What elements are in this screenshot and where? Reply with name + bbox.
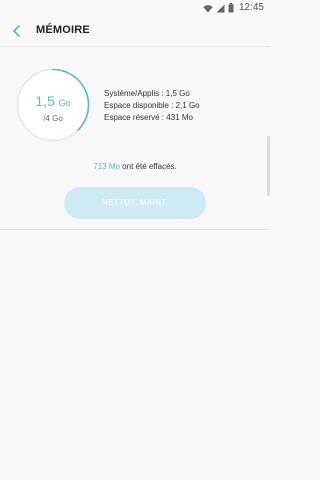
total-storage: /4 Go bbox=[43, 114, 63, 123]
edge-panel-handle[interactable] bbox=[267, 136, 270, 196]
status-time: 12:45 bbox=[238, 2, 264, 13]
signal-icon bbox=[216, 4, 225, 12]
used-storage-value: 1,5 Go bbox=[16, 93, 90, 111]
chevron-left-icon bbox=[13, 25, 20, 37]
freed-status-text: 713 Mo ont été effacés. bbox=[0, 162, 270, 171]
used-unit: Go bbox=[58, 98, 71, 108]
status-bar: 12:45 bbox=[0, 0, 270, 16]
clean-now-button[interactable]: NETTOY. MAINT. bbox=[64, 187, 206, 219]
storage-gauge: 1,5 Go /4 Go bbox=[16, 68, 90, 142]
freed-suffix: ont été effacés. bbox=[119, 162, 177, 171]
storage-details: Système/Applis : 1,5 Go Espace disponibl… bbox=[104, 88, 200, 124]
battery-icon bbox=[228, 3, 234, 13]
page-title: MÉMOIRE bbox=[36, 24, 90, 36]
header: MÉMOIRE bbox=[0, 16, 270, 46]
freed-amount: 713 Mo bbox=[93, 162, 120, 171]
wifi-icon bbox=[203, 4, 213, 12]
back-button[interactable] bbox=[8, 22, 26, 40]
used-value: 1,5 bbox=[35, 93, 55, 109]
status-icons: 12:45 bbox=[203, 2, 264, 14]
header-divider bbox=[0, 46, 270, 47]
detail-system-apps: Système/Applis : 1,5 Go bbox=[104, 89, 190, 98]
detail-reserved-space: Espace réservé : 431 Mo bbox=[104, 113, 193, 122]
detail-available-space: Espace disponible : 2,1 Go bbox=[104, 101, 200, 110]
screen: 12:45 MÉMOIRE 1,5 Go /4 Go Système/Appli… bbox=[0, 0, 270, 480]
section-divider bbox=[0, 229, 270, 230]
